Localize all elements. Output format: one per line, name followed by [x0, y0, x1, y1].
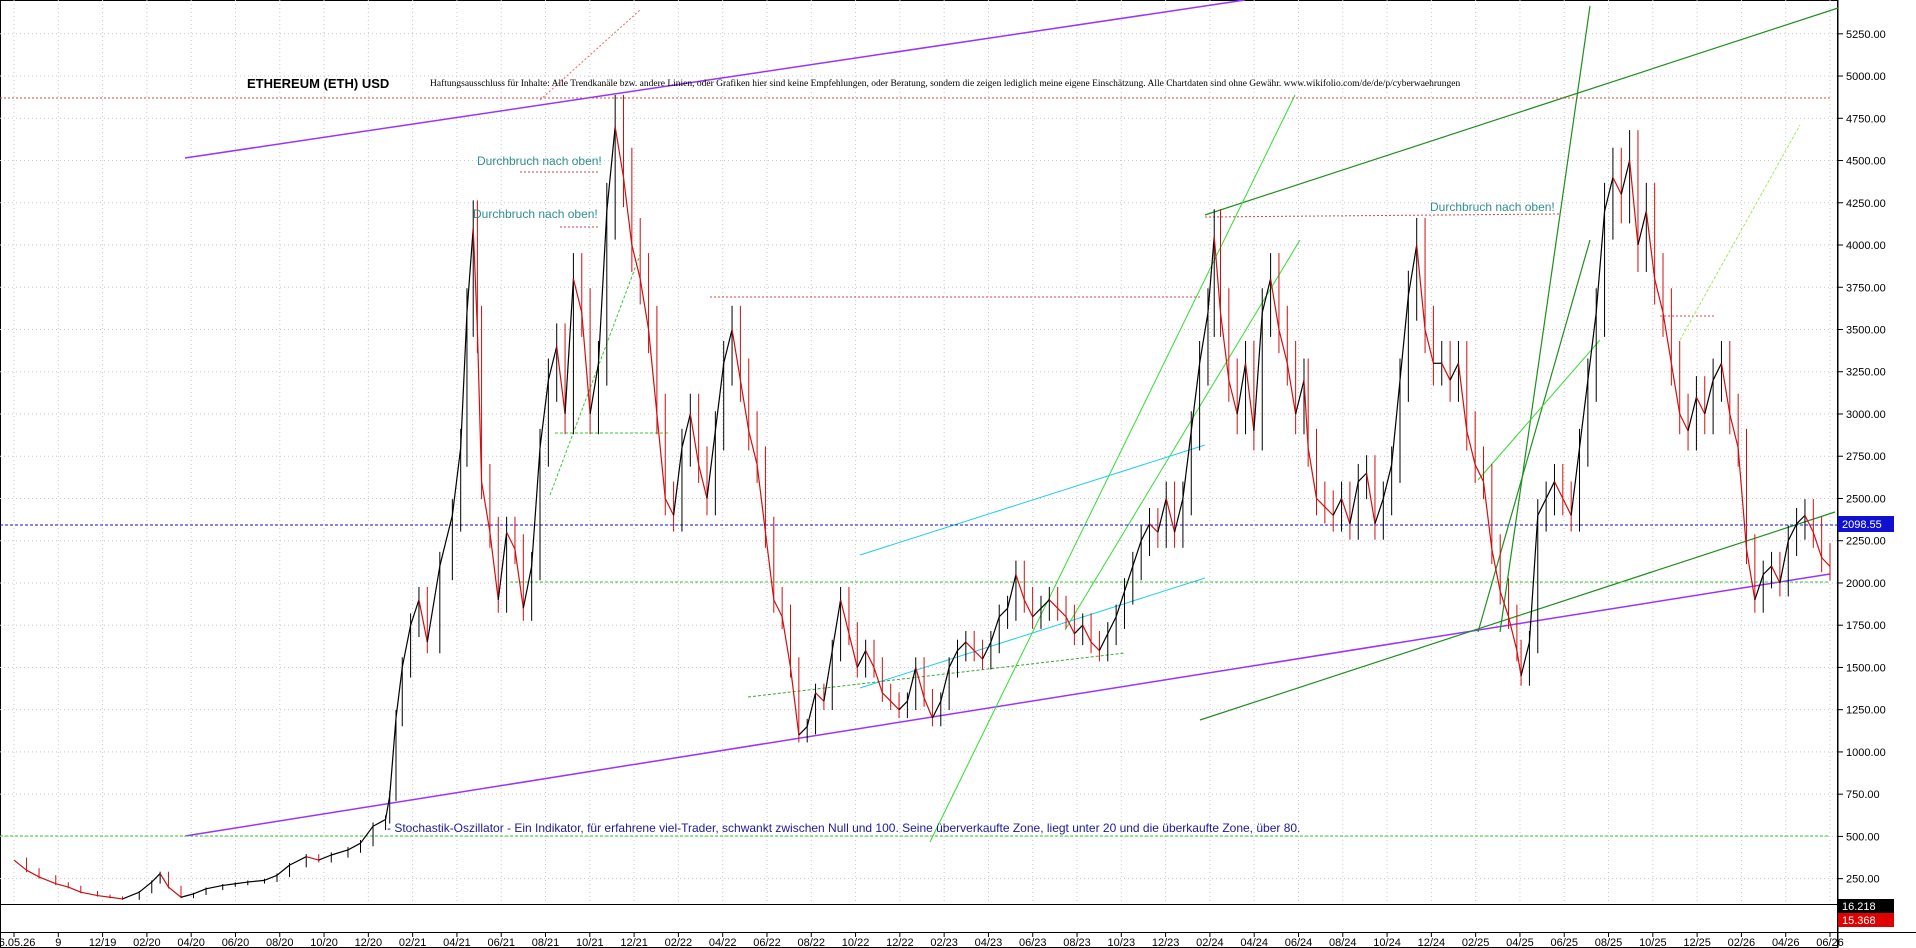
- y-tick-label: 3750.00: [1846, 282, 1886, 294]
- y-tick-label: 1750.00: [1846, 620, 1886, 632]
- x-tick-label: 12/22: [886, 937, 914, 948]
- y-tick-label: 2500.00: [1846, 493, 1886, 505]
- current-price-label: 2098.55: [1842, 519, 1882, 531]
- y-tick-label: 750.00: [1846, 789, 1880, 801]
- y-tick-label: 1250.00: [1846, 705, 1886, 717]
- y-tick-label: 1500.00: [1846, 662, 1886, 674]
- eth-usd-chart: 250.00 500.00 750.00 1000.00 1250.00 1500.00 1…: [0, 0, 1916, 948]
- x-tick-label: 02/22: [665, 937, 693, 948]
- x-tick-label: 12/23: [1152, 937, 1180, 948]
- x-tick-label: 02/26: [1728, 937, 1756, 948]
- x-tick-label: 08/24: [1329, 937, 1357, 948]
- y-tick-label: 3250.00: [1846, 367, 1886, 379]
- x-tick-label: 04/26: [1772, 937, 1800, 948]
- x-tick-label: 26.05.26: [0, 937, 35, 948]
- x-tick-label: 10/21: [576, 937, 604, 948]
- x-tick-label: 04/20: [177, 937, 205, 948]
- chart-title: ETHEREUM (ETH) USD: [247, 76, 389, 91]
- x-tick-label: 02/20: [133, 937, 161, 948]
- x-tick-label: 04/23: [975, 937, 1003, 948]
- x-tick-label: 10/20: [310, 937, 338, 948]
- y-tick-label: 4750.00: [1846, 113, 1886, 125]
- oscillator-value-2: 15.368: [1842, 915, 1876, 927]
- y-tick-label: 500.00: [1846, 831, 1880, 843]
- x-tick-label: 08/20: [266, 937, 294, 948]
- x-tick-label: 12/20: [355, 937, 383, 948]
- x-tick-label: 08/22: [798, 937, 826, 948]
- x-tick-label: 04/21: [443, 937, 471, 948]
- x-tick-label: 08/25: [1595, 937, 1623, 948]
- y-tick-label: 3500.00: [1846, 324, 1886, 336]
- x-tick-label: 10/23: [1108, 937, 1136, 948]
- x-tick-label: 08/21: [532, 937, 560, 948]
- x-tick-label: 02/21: [399, 937, 427, 948]
- x-tick-label: 06/25: [1550, 937, 1578, 948]
- y-tick-label: 4250.00: [1846, 198, 1886, 210]
- x-tick-label: 10/24: [1373, 937, 1401, 948]
- current-price-badge: 2098.55: [1838, 516, 1894, 532]
- oscillator-value-1: 16.218: [1842, 901, 1876, 913]
- x-tick-label: 9: [55, 937, 61, 948]
- x-tick-label: 10/22: [842, 937, 870, 948]
- x-tick-label: 02/25: [1462, 937, 1490, 948]
- y-tick-label: 3000.00: [1846, 409, 1886, 421]
- x-tick-label: 02/24: [1196, 937, 1224, 948]
- y-tick-label: 2750.00: [1846, 451, 1886, 463]
- y-tick-label: 4500.00: [1846, 156, 1886, 168]
- y-tick-label: 5000.00: [1846, 71, 1886, 83]
- x-tick-label: 06/20: [222, 937, 250, 948]
- annotation-breakout-3: Durchbruch nach oben!: [1430, 200, 1555, 214]
- x-tick-label: 12/19: [89, 937, 117, 948]
- x-tick-label: 06/23: [1019, 937, 1047, 948]
- y-tick-label: 5250.00: [1846, 29, 1886, 41]
- x-tick-label: 10/25: [1639, 937, 1667, 948]
- x-tick-label: 06/24: [1285, 937, 1313, 948]
- x-tick-label: 06/26: [1816, 937, 1844, 948]
- x-tick-label: 08/23: [1063, 937, 1091, 948]
- x-tick-label: 12/21: [620, 937, 648, 948]
- x-tick-label: 06/22: [753, 937, 781, 948]
- oscillator-badges: 16.218 15.368: [1838, 899, 1894, 927]
- x-tick-label: 04/25: [1506, 937, 1534, 948]
- y-tick-label: 2250.00: [1846, 536, 1886, 548]
- y-tick-label: 2000.00: [1846, 578, 1886, 590]
- annotation-breakout-1: Durchbruch nach oben!: [477, 154, 602, 168]
- annotation-breakout-2: Durchbruch nach oben!: [473, 207, 598, 221]
- oscillator-note: - Stochastik-Oszillator - Ein Indikator,…: [387, 821, 1300, 835]
- x-tick-label: 06/21: [487, 937, 515, 948]
- y-tick-label: 250.00: [1846, 874, 1880, 886]
- x-tick-label: 12/24: [1418, 937, 1446, 948]
- disclaimer: Haftungsausschluss für Inhalte: Alle Tre…: [430, 78, 1461, 89]
- y-tick-label: 1000.00: [1846, 747, 1886, 759]
- y-axis-ticks: 250.00 500.00 750.00 1000.00 1250.00 1500.00 1…: [1838, 29, 1886, 886]
- y-tick-label: 4000.00: [1846, 240, 1886, 252]
- x-tick-label: 02/23: [930, 937, 958, 948]
- x-tick-label: 12/25: [1683, 937, 1711, 948]
- x-tick-label: 04/22: [709, 937, 737, 948]
- x-tick-label: 04/24: [1240, 937, 1268, 948]
